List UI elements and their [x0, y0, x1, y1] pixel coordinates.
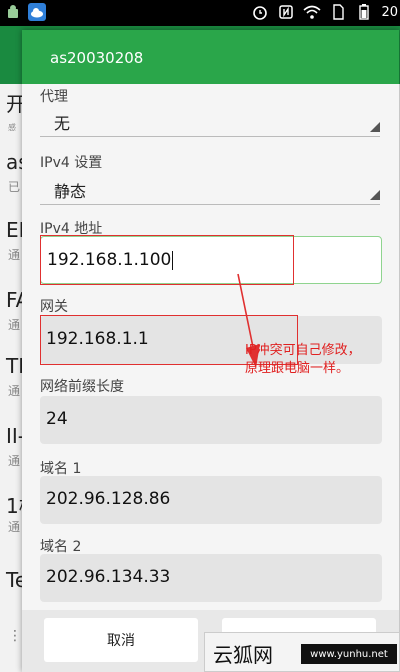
nfc-icon — [277, 3, 295, 21]
dropdown-arrow-icon — [370, 190, 380, 200]
wifi-icon — [303, 3, 321, 21]
ipv4-settings-spinner[interactable]: 静态 — [40, 172, 382, 202]
dialog-header: as20030208 — [22, 30, 399, 84]
watermark-logo: 云狐网 — [213, 643, 273, 667]
dns2-input[interactable]: 202.96.134.33 — [40, 554, 382, 602]
watermark-url: www.yunhu.net — [301, 644, 397, 664]
watermark: 云狐网 www.yunhu.net — [204, 632, 400, 672]
dns1-label: 域名 1 — [40, 461, 82, 477]
divider — [40, 136, 380, 137]
dns1-value: 202.96.128.86 — [46, 489, 171, 509]
dns2-label: 域名 2 — [40, 539, 82, 555]
annotation-line1: IP冲突可自己修改， — [245, 343, 361, 358]
dialog-title: as20030208 — [50, 49, 144, 67]
list-item-sub: 通 — [8, 248, 21, 262]
proxy-spinner[interactable]: 无 — [40, 106, 382, 136]
android-icon — [4, 3, 22, 21]
list-item-sub: 通 — [8, 520, 21, 534]
status-bar: 20 — [0, 0, 400, 26]
sim-icon — [329, 3, 347, 21]
list-item-sub: 感 — [8, 123, 16, 132]
dns2-value: 202.96.134.33 — [46, 567, 171, 587]
list-item-sub: 通 — [8, 454, 21, 468]
annotation-text: IP冲突可自己修改， 原理跟电脑一样。 — [245, 342, 361, 378]
dropdown-arrow-icon — [370, 122, 380, 132]
annotation-line2: 原理跟电脑一样。 — [245, 361, 350, 376]
cancel-button[interactable]: 取消 — [44, 618, 198, 662]
proxy-label: 代理 — [40, 89, 68, 105]
dns1-input[interactable]: 202.96.128.86 — [40, 476, 382, 524]
battery-icon — [355, 3, 373, 21]
list-item-sub: 通 — [8, 384, 21, 398]
divider — [40, 204, 380, 205]
list-item-sub: 已 — [8, 180, 21, 194]
alarm-icon — [251, 3, 269, 21]
gateway-label: 网关 — [40, 299, 68, 315]
proxy-value: 无 — [54, 114, 71, 133]
status-time: 20 — [381, 4, 398, 20]
prefix-length-label: 网络前缀长度 — [40, 379, 124, 395]
prefix-length-input[interactable]: 24 — [40, 396, 382, 444]
cloud-icon — [28, 3, 46, 21]
ipv4-settings-label: IPv4 设置 — [40, 155, 103, 171]
list-item-sub: 通 — [8, 318, 21, 332]
ipv4-settings-value: 静态 — [54, 182, 87, 201]
prefix-length-value: 24 — [46, 409, 68, 429]
overflow-menu-icon[interactable]: ⋮ — [8, 628, 22, 644]
